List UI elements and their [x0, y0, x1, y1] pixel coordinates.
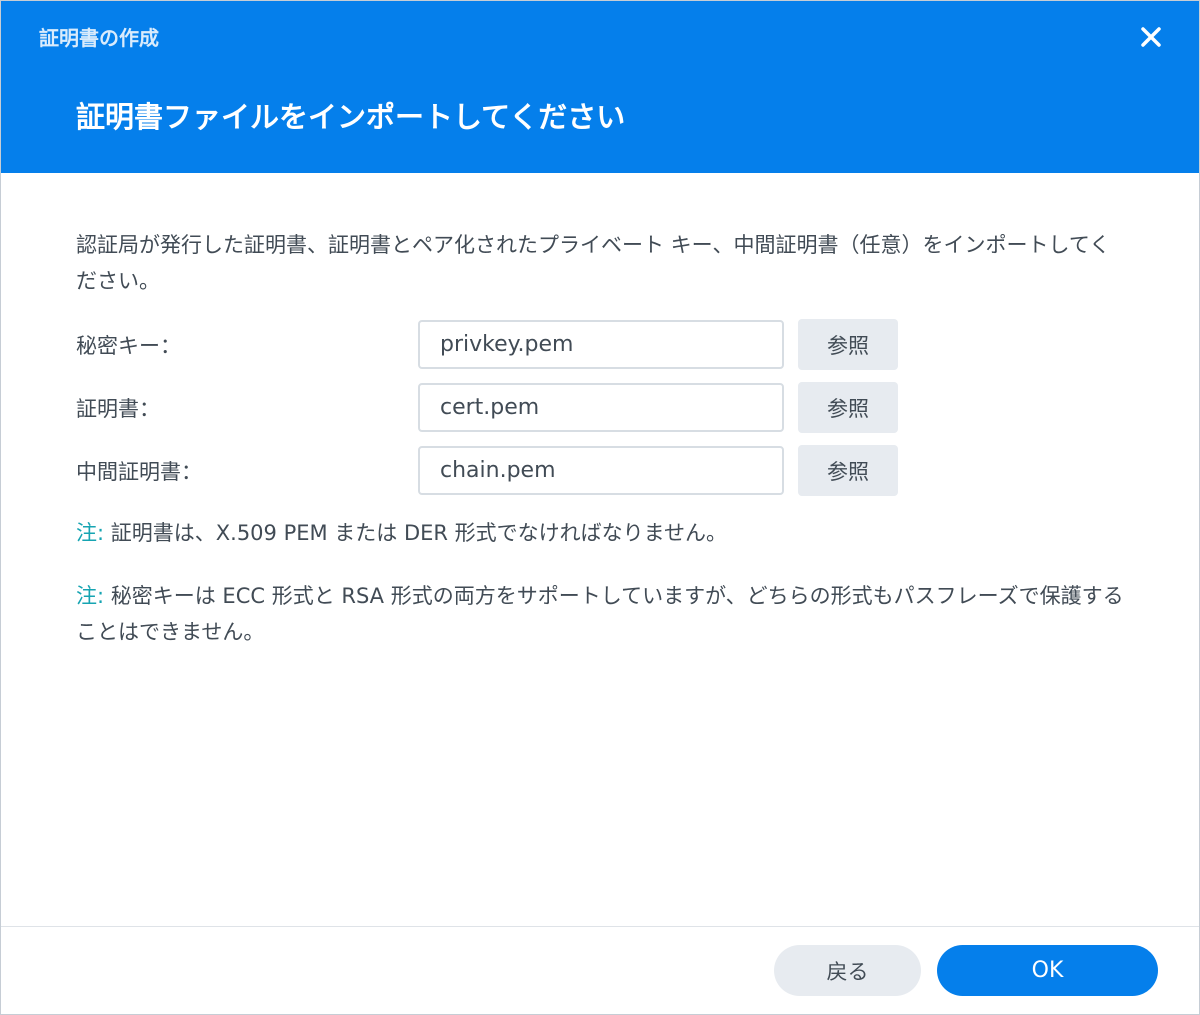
back-button[interactable]: 戻る: [774, 945, 921, 996]
close-icon: [1141, 27, 1161, 47]
note-prefix: 注:: [76, 521, 105, 545]
close-button[interactable]: [1135, 21, 1167, 53]
note-text: 証明書は、X.509 PEM または DER 形式でなければなりません。: [104, 521, 728, 545]
private-key-file-input[interactable]: [418, 320, 784, 369]
intermediate-certificate-label: 中間証明書：: [76, 460, 202, 484]
private-key-browse-button[interactable]: 参照: [798, 319, 898, 370]
certificate-browse-button[interactable]: 参照: [798, 382, 898, 433]
create-certificate-dialog: 証明書の作成 証明書ファイルをインポートしてください 認証局が発行した証明書、証…: [0, 0, 1200, 1015]
ok-button[interactable]: OK: [937, 945, 1158, 996]
note-prefix: 注:: [76, 584, 105, 608]
footer-divider: [1, 926, 1199, 927]
window-title: 証明書の作成: [39, 26, 159, 50]
private-key-label: 秘密キー：: [76, 334, 181, 358]
note-private-key: 注: 秘密キーは ECC 形式と RSA 形式の両方をサポートしていますが、どち…: [76, 578, 1126, 650]
dialog-header: 証明書の作成 証明書ファイルをインポートしてください: [1, 1, 1199, 173]
intermediate-certificate-file-input[interactable]: [418, 446, 784, 495]
import-description: 認証局が発行した証明書、証明書とペア化されたプライベート キー、中間証明書（任意…: [76, 233, 1111, 293]
note-text: 秘密キーは ECC 形式と RSA 形式の両方をサポートしていますが、どちらの形…: [76, 584, 1124, 644]
step-title: 証明書ファイルをインポートしてください: [76, 100, 626, 134]
note-format: 注: 証明書は、X.509 PEM または DER 形式でなければなりません。: [76, 515, 1126, 551]
certificate-label: 証明書：: [76, 397, 160, 421]
certificate-file-input[interactable]: [418, 383, 784, 432]
intermediate-certificate-browse-button[interactable]: 参照: [798, 445, 898, 496]
